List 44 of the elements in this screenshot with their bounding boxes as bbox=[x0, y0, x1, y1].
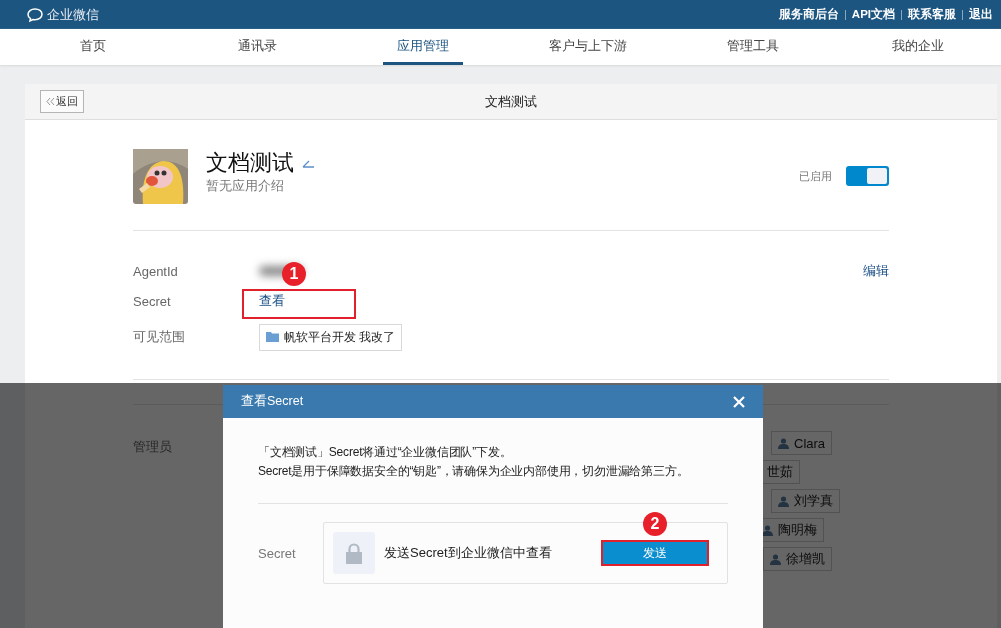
member-chip: Clara bbox=[771, 431, 833, 455]
top-link[interactable]: 服务商后台 bbox=[778, 7, 839, 22]
close-icon[interactable] bbox=[733, 395, 745, 408]
department-tag: 帆软平台开发 我改了 bbox=[259, 323, 403, 351]
folder-icon bbox=[266, 332, 279, 342]
person-icon bbox=[762, 524, 773, 536]
member-chip: 世茹 bbox=[760, 460, 800, 484]
step-badge: 1 bbox=[282, 262, 306, 286]
app-description: 暂无应用介绍 bbox=[206, 178, 285, 195]
field-label: Secret bbox=[133, 293, 172, 309]
status-label: 已启用 bbox=[799, 168, 832, 184]
page-title: 文档测试 bbox=[485, 92, 537, 111]
field-label: Secret bbox=[258, 545, 297, 561]
top-link[interactable]: 联系客服 bbox=[908, 7, 956, 22]
field-label: AgentId bbox=[133, 263, 179, 279]
nav-tab[interactable]: 客户与上下游 bbox=[535, 29, 642, 65]
back-button[interactable]: 返回 bbox=[40, 90, 84, 113]
nav-tab[interactable]: 管理工具 bbox=[713, 29, 794, 65]
step-badge: 2 bbox=[643, 512, 667, 536]
top-link[interactable]: 退出 bbox=[969, 7, 993, 22]
pencil-icon[interactable] bbox=[302, 158, 314, 168]
person-icon bbox=[778, 437, 789, 449]
edit-link[interactable]: 编辑 bbox=[863, 262, 889, 280]
send-button[interactable]: 发送 bbox=[601, 540, 709, 566]
nav-tab[interactable]: 首页 bbox=[65, 29, 120, 65]
enable-toggle[interactable] bbox=[846, 166, 889, 186]
lock-icon bbox=[346, 542, 362, 564]
field-label: 可见范围 bbox=[133, 328, 186, 346]
nav-tab[interactable]: 应用管理 bbox=[382, 29, 463, 65]
top-link[interactable]: API文档 bbox=[851, 7, 895, 22]
dialog-title: 查看Secret bbox=[241, 393, 304, 410]
member-chip: 徐增凯 bbox=[763, 547, 832, 571]
double-chevron-icon bbox=[46, 97, 55, 106]
dialog-message: 「文档测试」Secret将通过“企业微信团队”下发。 Secret是用于保障数据安全的“钥匙”，请确保为企业内部使用，切勿泄漏给第三方。 bbox=[258, 444, 690, 480]
member-chip: 刘学真 bbox=[771, 489, 840, 513]
nav-tab[interactable]: 通讯录 bbox=[224, 29, 292, 65]
view-link[interactable]: 查看 bbox=[259, 292, 285, 310]
nav-tab[interactable]: 我的企业 bbox=[878, 29, 959, 65]
logo-text[interactable]: 企业微信 bbox=[47, 5, 99, 24]
person-icon bbox=[778, 495, 789, 507]
app-name: 文档测试 bbox=[206, 149, 294, 177]
person-icon bbox=[770, 553, 781, 565]
send-prompt: 发送Secret到企业微信中查看 bbox=[384, 544, 552, 562]
chat-bubble-icon bbox=[26, 6, 44, 23]
